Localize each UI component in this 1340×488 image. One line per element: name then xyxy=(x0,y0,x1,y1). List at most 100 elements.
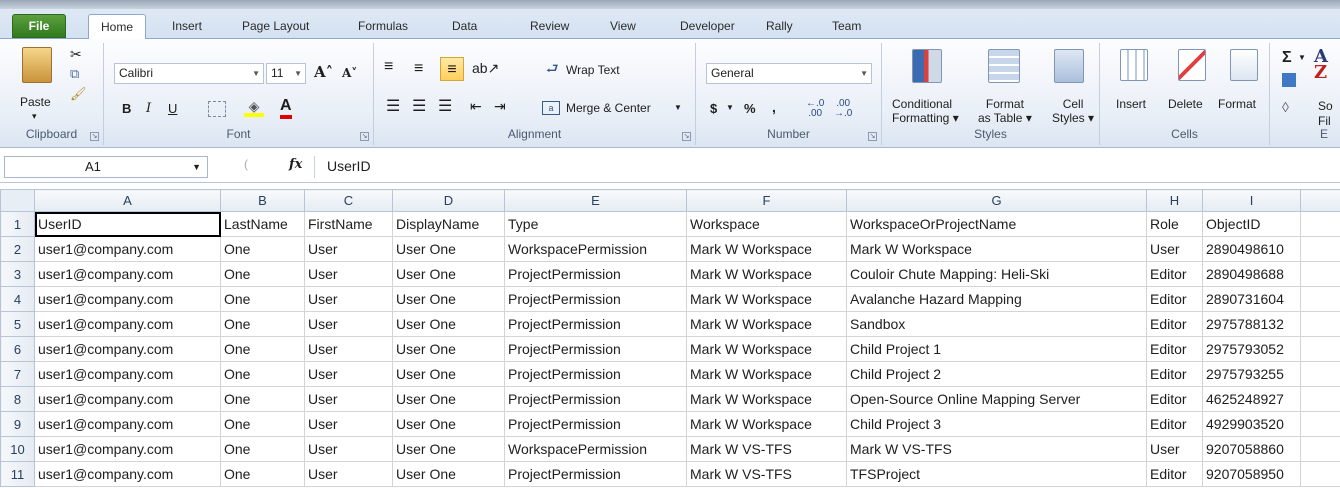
cell[interactable]: Mark W Workspace xyxy=(686,386,847,412)
cell[interactable]: 9207058950 xyxy=(1202,461,1301,487)
currency-dropdown-icon[interactable]: ▼ xyxy=(726,103,734,112)
cell[interactable]: Mark W VS-TFS xyxy=(686,436,847,462)
increase-indent-icon[interactable]: ⇥ xyxy=(494,99,506,113)
cell[interactable]: Mark W Workspace xyxy=(686,336,847,362)
cell[interactable]: user1@company.com xyxy=(34,286,221,312)
increase-decimal-icon[interactable]: ←.0.00 xyxy=(806,99,824,119)
cell[interactable]: 9207058860 xyxy=(1202,436,1301,462)
cell[interactable] xyxy=(1300,461,1340,487)
cell[interactable]: 2975793052 xyxy=(1202,336,1301,362)
italic-button[interactable]: I xyxy=(146,101,151,116)
cell[interactable] xyxy=(1300,236,1340,262)
merge-center-icon[interactable]: a xyxy=(542,101,560,115)
fill-color-icon[interactable]: ◈ xyxy=(244,99,264,117)
cell[interactable]: One xyxy=(220,461,305,487)
cell[interactable]: WorkspaceOrProjectName xyxy=(846,211,1147,237)
tab-page-layout[interactable]: Page Layout xyxy=(230,15,321,39)
cell[interactable]: User One xyxy=(392,361,505,387)
cell[interactable]: User xyxy=(304,336,393,362)
tab-review[interactable]: Review xyxy=(518,15,581,39)
cell[interactable]: Editor xyxy=(1146,386,1203,412)
conditional-formatting-button[interactable]: Conditional Formatting ▾ xyxy=(892,97,959,125)
tab-view[interactable]: View xyxy=(598,15,648,39)
cell[interactable]: Open-Source Online Mapping Server xyxy=(846,386,1147,412)
cell[interactable]: 4625248927 xyxy=(1202,386,1301,412)
row-header[interactable]: 9 xyxy=(0,411,35,437)
cell[interactable]: Mark W Workspace xyxy=(686,236,847,262)
cell[interactable]: WorkspacePermission xyxy=(504,436,687,462)
font-name-dropdown-icon[interactable]: ▼ xyxy=(252,64,260,83)
column-header[interactable]: D xyxy=(392,189,505,212)
column-header[interactable]: H xyxy=(1146,189,1203,212)
copy-icon[interactable]: ⧉ xyxy=(70,67,79,80)
number-launcher-icon[interactable]: ↘ xyxy=(868,132,877,141)
percent-button[interactable]: % xyxy=(744,101,756,116)
align-right-icon[interactable]: ☰ xyxy=(438,99,452,115)
font-name-combo[interactable]: Calibri ▼ xyxy=(114,63,264,84)
cell[interactable]: User One xyxy=(392,411,505,437)
cell[interactable] xyxy=(1300,311,1340,337)
tab-insert[interactable]: Insert xyxy=(160,15,214,39)
cell[interactable]: 2890731604 xyxy=(1202,286,1301,312)
tab-rally[interactable]: Rally xyxy=(754,15,805,39)
cell[interactable]: User xyxy=(304,386,393,412)
tab-data[interactable]: Data xyxy=(440,15,489,39)
cell[interactable]: Couloir Chute Mapping: Heli-Ski xyxy=(846,261,1147,287)
insert-function-icon[interactable]: fx xyxy=(289,157,302,172)
decrease-indent-icon[interactable]: ⇤ xyxy=(470,99,482,113)
cell[interactable]: User One xyxy=(392,336,505,362)
cell[interactable]: Child Project 1 xyxy=(846,336,1147,362)
align-left-icon[interactable]: ☰ xyxy=(386,99,400,115)
cell[interactable]: Editor xyxy=(1146,411,1203,437)
currency-button[interactable]: $ xyxy=(710,101,717,116)
underline-button[interactable]: U xyxy=(168,101,177,116)
formula-bar-splitter-icon[interactable]: ( xyxy=(244,157,248,171)
cell[interactable]: ObjectID xyxy=(1202,211,1301,237)
cell[interactable]: Editor xyxy=(1146,336,1203,362)
cell[interactable]: One xyxy=(220,411,305,437)
cell[interactable]: User xyxy=(304,411,393,437)
cell[interactable] xyxy=(1300,336,1340,362)
cell[interactable] xyxy=(1300,386,1340,412)
cell[interactable]: Workspace xyxy=(686,211,847,237)
paste-dropdown-icon[interactable]: ▾ xyxy=(32,111,37,122)
row-header[interactable]: 2 xyxy=(0,236,35,262)
tab-formulas[interactable]: Formulas xyxy=(346,15,420,39)
cell[interactable]: Mark W Workspace xyxy=(686,361,847,387)
cell[interactable]: User xyxy=(1146,236,1203,262)
select-all-corner[interactable] xyxy=(0,189,35,212)
name-box[interactable]: A1 ▼ xyxy=(4,156,208,178)
cell[interactable]: Editor xyxy=(1146,461,1203,487)
cell[interactable] xyxy=(1300,411,1340,437)
cell[interactable]: One xyxy=(220,286,305,312)
cell[interactable]: Editor xyxy=(1146,261,1203,287)
cell[interactable]: User One xyxy=(392,236,505,262)
shrink-font-icon[interactable]: A˅ xyxy=(342,66,357,80)
font-color-icon[interactable]: A xyxy=(280,97,292,119)
cut-icon[interactable]: ✂ xyxy=(70,47,82,61)
cell[interactable]: User xyxy=(304,361,393,387)
decrease-decimal-icon[interactable]: .00 →.0 xyxy=(834,99,852,119)
cell[interactable]: ProjectPermission xyxy=(504,411,687,437)
row-header[interactable]: 1 xyxy=(0,211,35,237)
cell[interactable]: user1@company.com xyxy=(34,236,221,262)
cell[interactable]: One xyxy=(220,261,305,287)
cell[interactable]: User xyxy=(304,461,393,487)
grow-font-icon[interactable]: A˄ xyxy=(314,63,333,81)
clipboard-launcher-icon[interactable]: ↘ xyxy=(90,132,99,141)
cell[interactable]: UserID xyxy=(34,211,221,237)
number-format-dropdown-icon[interactable]: ▼ xyxy=(860,64,868,83)
font-size-dropdown-icon[interactable]: ▼ xyxy=(294,64,302,83)
row-header[interactable]: 11 xyxy=(0,461,35,487)
cell[interactable]: One xyxy=(220,236,305,262)
cell[interactable]: user1@company.com xyxy=(34,311,221,337)
wrap-text-icon[interactable]: ⮐ xyxy=(546,61,559,75)
cell[interactable]: user1@company.com xyxy=(34,461,221,487)
cell[interactable] xyxy=(1300,261,1340,287)
cell[interactable] xyxy=(1300,286,1340,312)
cell[interactable]: user1@company.com xyxy=(34,361,221,387)
cell[interactable]: User One xyxy=(392,386,505,412)
cell[interactable]: Child Project 2 xyxy=(846,361,1147,387)
cell[interactable]: Mark W Workspace xyxy=(846,236,1147,262)
cell[interactable]: 2890498688 xyxy=(1202,261,1301,287)
